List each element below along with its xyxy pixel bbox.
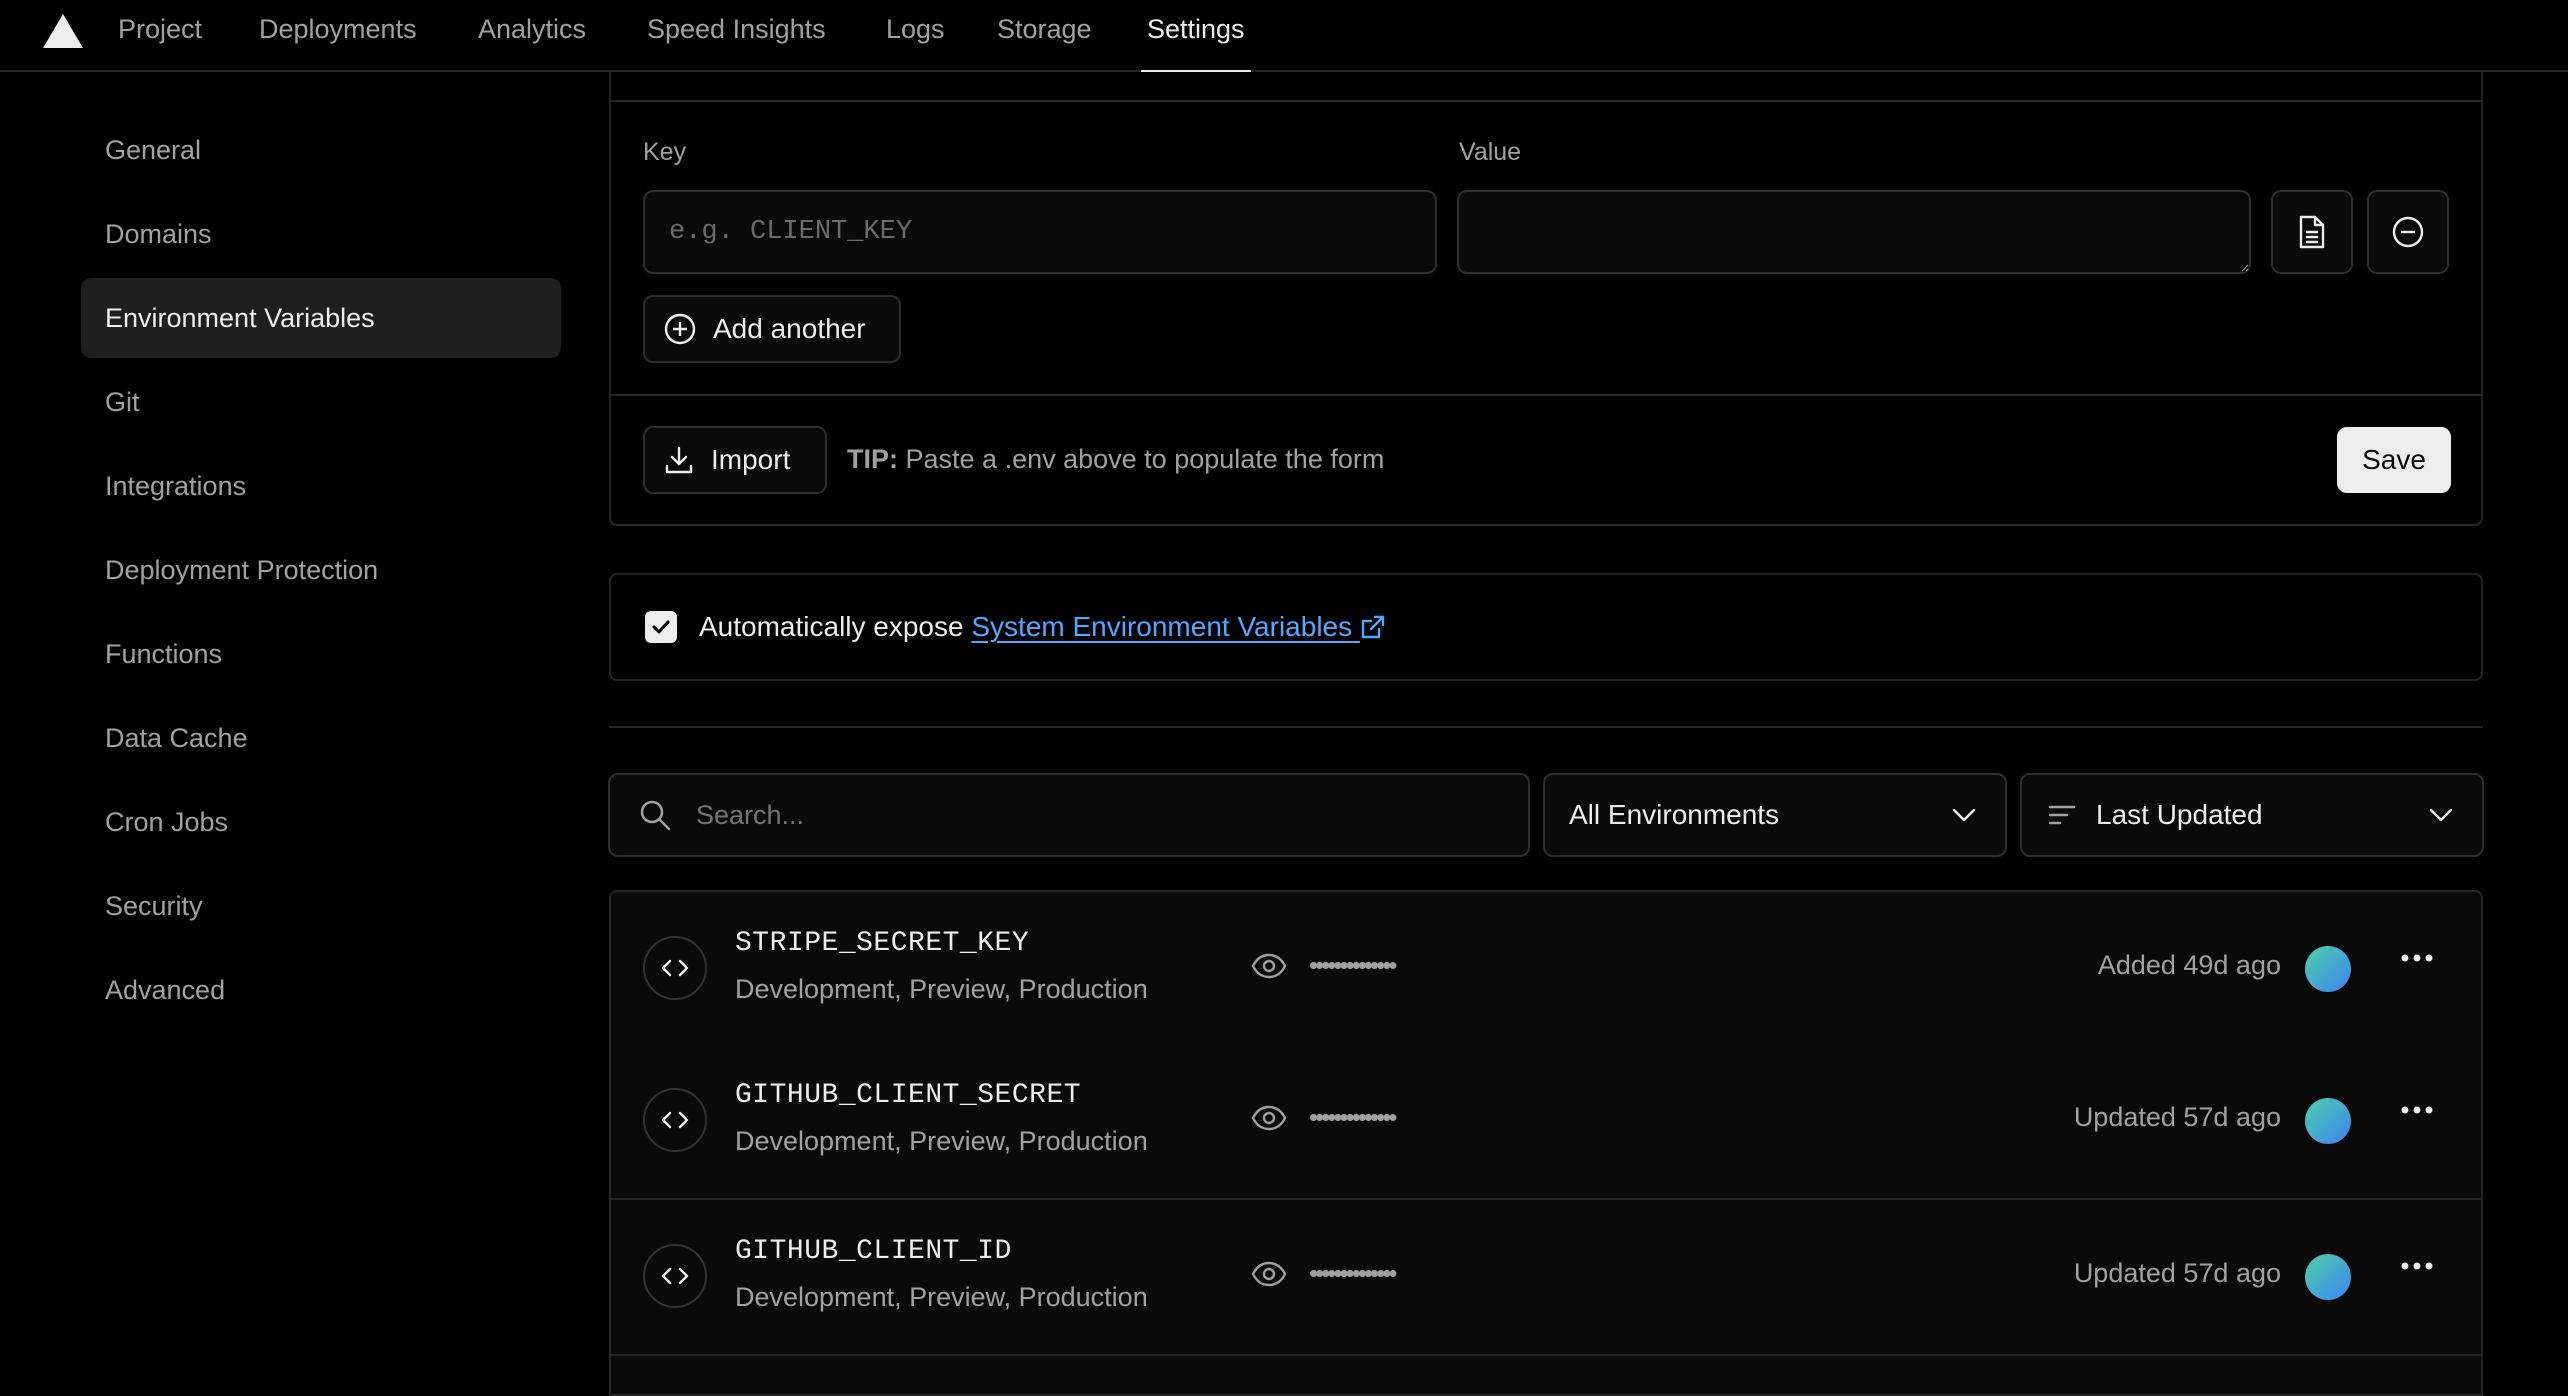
variable-timestamp: Updated 57d ago	[2073, 1102, 2281, 1132]
eye-icon[interactable]	[1251, 952, 1287, 980]
tab-settings[interactable]: Settings	[1141, 0, 1251, 74]
download-icon	[665, 446, 693, 474]
tab-speed-insights[interactable]: Speed Insights	[647, 0, 826, 72]
add-another-label: Add another	[713, 313, 866, 344]
value-input[interactable]	[1457, 190, 2251, 274]
masked-value: ••••••••••••••	[1309, 950, 1397, 980]
add-note-button[interactable]	[2271, 190, 2353, 274]
minus-circle-icon	[2392, 216, 2424, 248]
sidebar-item-environment-variables[interactable]: Environment Variables	[81, 278, 561, 358]
more-horizontal-icon[interactable]	[2401, 1262, 2433, 1270]
code-icon	[643, 1244, 707, 1308]
new-variable-form: Key Value Add another Import TIP: Paste …	[609, 72, 2483, 526]
sidebar-item-functions[interactable]: Functions	[81, 614, 561, 694]
form-top-divider	[611, 100, 2481, 102]
variable-targets: Development, Preview, Production	[735, 974, 1148, 1004]
top-navigation: Project Deployments Analytics Speed Insi…	[0, 0, 2568, 74]
avatar	[2305, 1254, 2351, 1300]
masked-value: ••••••••••••••	[1309, 1102, 1397, 1132]
eye-icon[interactable]	[1251, 1104, 1287, 1132]
plus-circle-icon	[664, 313, 696, 345]
search-box[interactable]	[608, 773, 1530, 857]
expose-checkbox[interactable]	[645, 611, 677, 643]
sort-lines-icon	[2048, 805, 2076, 825]
chevron-down-icon	[1952, 808, 1976, 822]
more-horizontal-icon[interactable]	[2401, 1106, 2433, 1114]
tab-storage[interactable]: Storage	[997, 0, 1092, 72]
avatar	[2305, 946, 2351, 992]
expose-system-variables-panel: Automatically expose System Environment …	[609, 573, 2483, 681]
external-link-icon	[1361, 615, 1385, 639]
tip-text: TIP: Paste a .env above to populate the …	[847, 444, 1384, 475]
add-another-button[interactable]: Add another	[643, 295, 901, 363]
chevron-down-icon	[2429, 808, 2453, 822]
value-label: Value	[1459, 138, 1522, 166]
variable-row[interactable]: STRIPE_SECRET_KEY Development, Preview, …	[609, 890, 2483, 1046]
variable-timestamp: Updated 57d ago	[2073, 1258, 2281, 1288]
sidebar-item-security[interactable]: Security	[81, 866, 561, 946]
file-text-icon	[2299, 215, 2325, 249]
environment-select-value: All Environments	[1569, 799, 1780, 830]
search-icon	[640, 800, 671, 831]
vercel-logo-icon[interactable]	[42, 12, 84, 50]
code-icon	[643, 936, 707, 1000]
more-horizontal-icon[interactable]	[2401, 954, 2433, 962]
variable-name: GITHUB_CLIENT_SECRET	[735, 1080, 1082, 1111]
tab-project[interactable]: Project	[118, 0, 202, 72]
masked-value: ••••••••••••••	[1309, 1258, 1397, 1288]
variable-name: GITHUB_CLIENT_ID	[735, 1236, 1012, 1267]
sidebar-item-deployment-protection[interactable]: Deployment Protection	[81, 530, 561, 610]
sidebar-item-general[interactable]: General	[81, 110, 561, 190]
save-button[interactable]: Save	[2337, 427, 2451, 493]
avatar	[2305, 1098, 2351, 1144]
tab-analytics[interactable]: Analytics	[478, 0, 586, 72]
variable-row[interactable]	[609, 1356, 2483, 1396]
sidebar-item-git[interactable]: Git	[81, 362, 561, 442]
eye-icon[interactable]	[1251, 1260, 1287, 1288]
environment-select[interactable]: All Environments	[1543, 773, 2007, 857]
section-divider	[609, 726, 2483, 728]
expose-label: Automatically expose	[699, 611, 964, 642]
sidebar-item-advanced[interactable]: Advanced	[81, 950, 561, 1030]
variable-targets: Development, Preview, Production	[735, 1126, 1148, 1156]
variable-name: STRIPE_SECRET_KEY	[735, 928, 1030, 959]
sidebar-item-domains[interactable]: Domains	[81, 194, 561, 274]
tab-deployments[interactable]: Deployments	[259, 0, 417, 72]
tip-prefix: TIP:	[847, 444, 898, 474]
system-env-vars-link-label: System Environment Variables	[971, 611, 1353, 642]
key-label: Key	[643, 138, 687, 166]
import-button[interactable]: Import	[643, 426, 827, 494]
system-env-vars-link[interactable]: System Environment Variables	[971, 611, 1386, 642]
sidebar-item-data-cache[interactable]: Data Cache	[81, 698, 561, 778]
variable-timestamp: Added 49d ago	[2097, 950, 2281, 980]
sidebar-item-cron-jobs[interactable]: Cron Jobs	[81, 782, 561, 862]
sidebar-item-integrations[interactable]: Integrations	[81, 446, 561, 526]
tip-message: Paste a .env above to populate the form	[905, 444, 1385, 474]
check-icon	[652, 620, 670, 634]
import-label: Import	[711, 444, 791, 475]
search-input[interactable]	[694, 798, 1498, 832]
sort-select[interactable]: Last Updated	[2020, 773, 2484, 857]
variable-row[interactable]: GITHUB_CLIENT_ID Development, Preview, P…	[609, 1200, 2483, 1356]
variable-targets: Development, Preview, Production	[735, 1282, 1148, 1312]
key-input[interactable]	[643, 190, 1437, 274]
tab-logs[interactable]: Logs	[886, 0, 945, 72]
code-icon	[643, 1088, 707, 1152]
sort-select-value: Last Updated	[2096, 799, 2263, 830]
variable-row[interactable]: GITHUB_CLIENT_SECRET Development, Previe…	[609, 1044, 2483, 1200]
form-footer-divider	[611, 394, 2481, 396]
expose-text: Automatically expose System Environment …	[699, 611, 1386, 643]
remove-row-button[interactable]	[2367, 190, 2449, 274]
